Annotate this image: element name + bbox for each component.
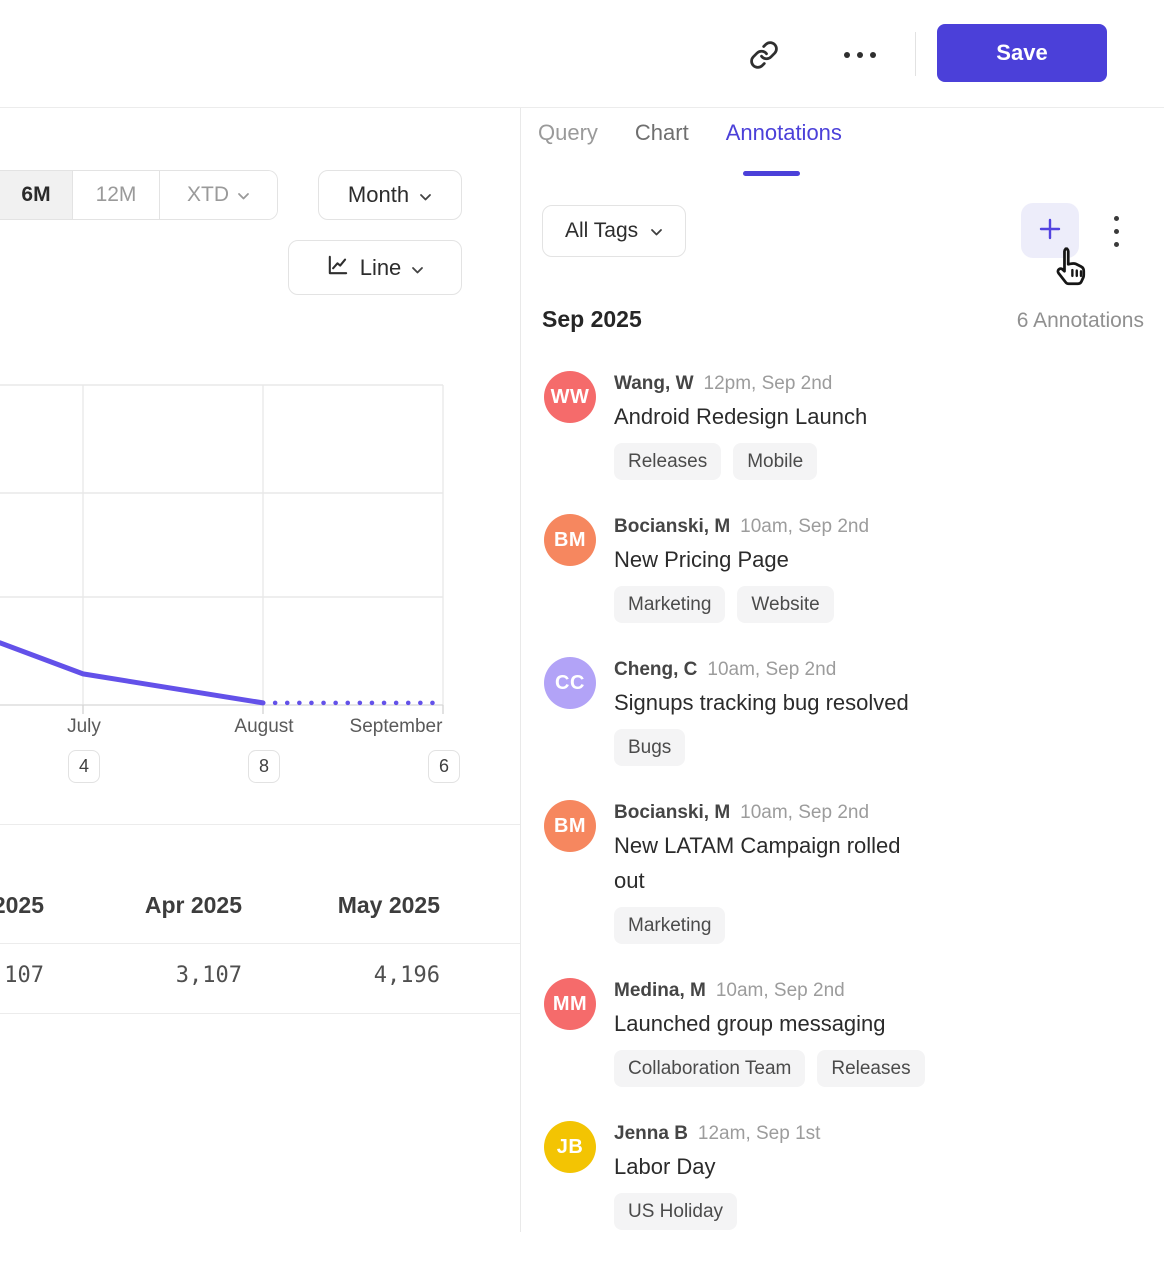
section-month-label: Sep 2025 — [542, 306, 642, 333]
annotations-list: WW Wang, W 12pm, Sep 2nd Android Redesig… — [544, 371, 1150, 1264]
chart-series-line — [0, 643, 263, 703]
table-border — [0, 943, 520, 944]
annotation-item[interactable]: WW Wang, W 12pm, Sep 2nd Android Redesig… — [544, 371, 1150, 480]
annotation-author: Bocianski, M — [614, 800, 730, 826]
annotation-timestamp: 12am, Sep 1st — [698, 1121, 821, 1147]
table-cell-col3: 4,196 — [240, 963, 440, 988]
annotation-tags: Marketing Website — [614, 586, 869, 623]
table-cell-col2: 3,107 — [42, 963, 242, 988]
annotation-count-badge-july[interactable]: 4 — [68, 750, 100, 783]
annotation-timestamp: 10am, Sep 2nd — [716, 978, 845, 1004]
avatar: WW — [544, 371, 596, 423]
active-tab-indicator — [743, 171, 800, 176]
annotation-tag[interactable]: Bugs — [614, 729, 685, 766]
annotation-tag[interactable]: Collaboration Team — [614, 1050, 805, 1087]
add-annotation-button[interactable] — [1021, 203, 1079, 258]
annotation-author: Jenna B — [614, 1121, 688, 1147]
chevron-down-icon — [419, 182, 432, 208]
annotation-item[interactable]: BM Bocianski, M 10am, Sep 2nd New Pricin… — [544, 514, 1150, 623]
tab-query[interactable]: Query — [538, 120, 598, 164]
annotation-timestamp: 10am, Sep 2nd — [740, 800, 869, 826]
table-header-col2: Apr 2025 — [42, 892, 242, 919]
annotation-item[interactable]: BM Bocianski, M 10am, Sep 2nd New LATAM … — [544, 800, 1150, 944]
range-option-12m[interactable]: 12M — [73, 171, 160, 219]
link-icon — [749, 40, 779, 73]
chevron-down-icon — [650, 219, 663, 243]
annotation-author: Cheng, C — [614, 657, 697, 683]
x-tick-september: September — [336, 716, 456, 738]
annotations-menu-button[interactable] — [1104, 210, 1128, 252]
annotation-author: Bocianski, M — [614, 514, 730, 540]
annotation-count-badge-august[interactable]: 8 — [248, 750, 280, 783]
avatar: CC — [544, 657, 596, 709]
annotation-title: Signups tracking bug resolved — [614, 685, 909, 720]
chart-type-dropdown[interactable]: Line — [288, 240, 462, 295]
annotation-tags: Collaboration Team Releases — [614, 1050, 925, 1087]
plus-icon — [1037, 216, 1063, 245]
annotation-tag[interactable]: Marketing — [614, 586, 725, 623]
kebab-icon — [1114, 216, 1119, 247]
save-button[interactable]: Save — [937, 24, 1107, 82]
annotation-tags: Releases Mobile — [614, 443, 867, 480]
ellipsis-icon — [844, 52, 876, 58]
x-tick-august: August — [204, 716, 324, 738]
annotation-tags: Bugs — [614, 729, 909, 766]
date-range-toggle: 6M 12M XTD — [0, 170, 278, 220]
annotation-timestamp: 10am, Sep 2nd — [707, 657, 836, 683]
annotation-timestamp: 12pm, Sep 2nd — [704, 371, 833, 397]
section-divider — [0, 824, 520, 825]
chevron-down-icon — [237, 183, 250, 207]
table-border — [0, 1013, 520, 1014]
header-divider — [915, 32, 916, 76]
chevron-down-icon — [411, 255, 424, 281]
avatar: BM — [544, 800, 596, 852]
tab-annotations[interactable]: Annotations — [726, 120, 842, 164]
annotation-timestamp: 10am, Sep 2nd — [740, 514, 869, 540]
copy-link-button[interactable] — [746, 38, 782, 74]
tag-filter-dropdown[interactable]: All Tags — [542, 205, 686, 257]
annotation-count-badge-september[interactable]: 6 — [428, 750, 460, 783]
annotation-tag[interactable]: Releases — [817, 1050, 924, 1087]
table-header-col1: 2025 — [0, 892, 44, 919]
tab-chart[interactable]: Chart — [635, 120, 689, 164]
annotation-tag[interactable]: Website — [737, 586, 833, 623]
annotation-tag[interactable]: US Holiday — [614, 1193, 737, 1230]
range-option-6m[interactable]: 6M — [0, 171, 73, 219]
annotation-title: Launched group messaging — [614, 1006, 925, 1041]
annotation-title: Android Redesign Launch — [614, 399, 867, 434]
right-panel-tabs: Query Chart Annotations — [538, 120, 842, 164]
annotation-tags: Marketing — [614, 907, 936, 944]
avatar: MM — [544, 978, 596, 1030]
chart-gridlines — [0, 385, 443, 705]
annotation-item[interactable]: JB Jenna B 12am, Sep 1st Labor Day US Ho… — [544, 1121, 1150, 1230]
annotation-title: New LATAM Campaign rolled out — [614, 828, 936, 898]
annotation-count-label: 6 Annotations — [1017, 309, 1144, 333]
annotation-tag[interactable]: Marketing — [614, 907, 725, 944]
more-options-button[interactable] — [840, 40, 880, 70]
annotation-title: Labor Day — [614, 1149, 820, 1184]
x-tick-july: July — [24, 716, 144, 738]
app-root: Save 6M 12M XTD Month Line — [0, 0, 1164, 1232]
line-chart[interactable] — [0, 383, 520, 723]
line-chart-icon — [326, 253, 350, 283]
avatar: BM — [544, 514, 596, 566]
panel-divider — [520, 108, 521, 1232]
annotations-section-header: Sep 2025 6 Annotations — [542, 306, 1144, 333]
avatar: JB — [544, 1121, 596, 1173]
granularity-dropdown[interactable]: Month — [318, 170, 462, 220]
annotation-tags: US Holiday — [614, 1193, 820, 1230]
chart-axis-ticks — [83, 705, 443, 714]
range-option-xtd[interactable]: XTD — [160, 171, 277, 219]
annotation-item[interactable]: MM Medina, M 10am, Sep 2nd Launched grou… — [544, 978, 1150, 1087]
annotation-tag[interactable]: Releases — [614, 443, 721, 480]
annotation-author: Medina, M — [614, 978, 706, 1004]
top-header: Save — [0, 0, 1164, 107]
annotation-item[interactable]: CC Cheng, C 10am, Sep 2nd Signups tracki… — [544, 657, 1150, 766]
table-cell-col1: 107 — [0, 963, 44, 988]
annotation-tag[interactable]: Mobile — [733, 443, 817, 480]
annotation-author: Wang, W — [614, 371, 694, 397]
table-header-col3: May 2025 — [240, 892, 440, 919]
annotation-title: New Pricing Page — [614, 542, 869, 577]
header-border — [0, 107, 1164, 108]
